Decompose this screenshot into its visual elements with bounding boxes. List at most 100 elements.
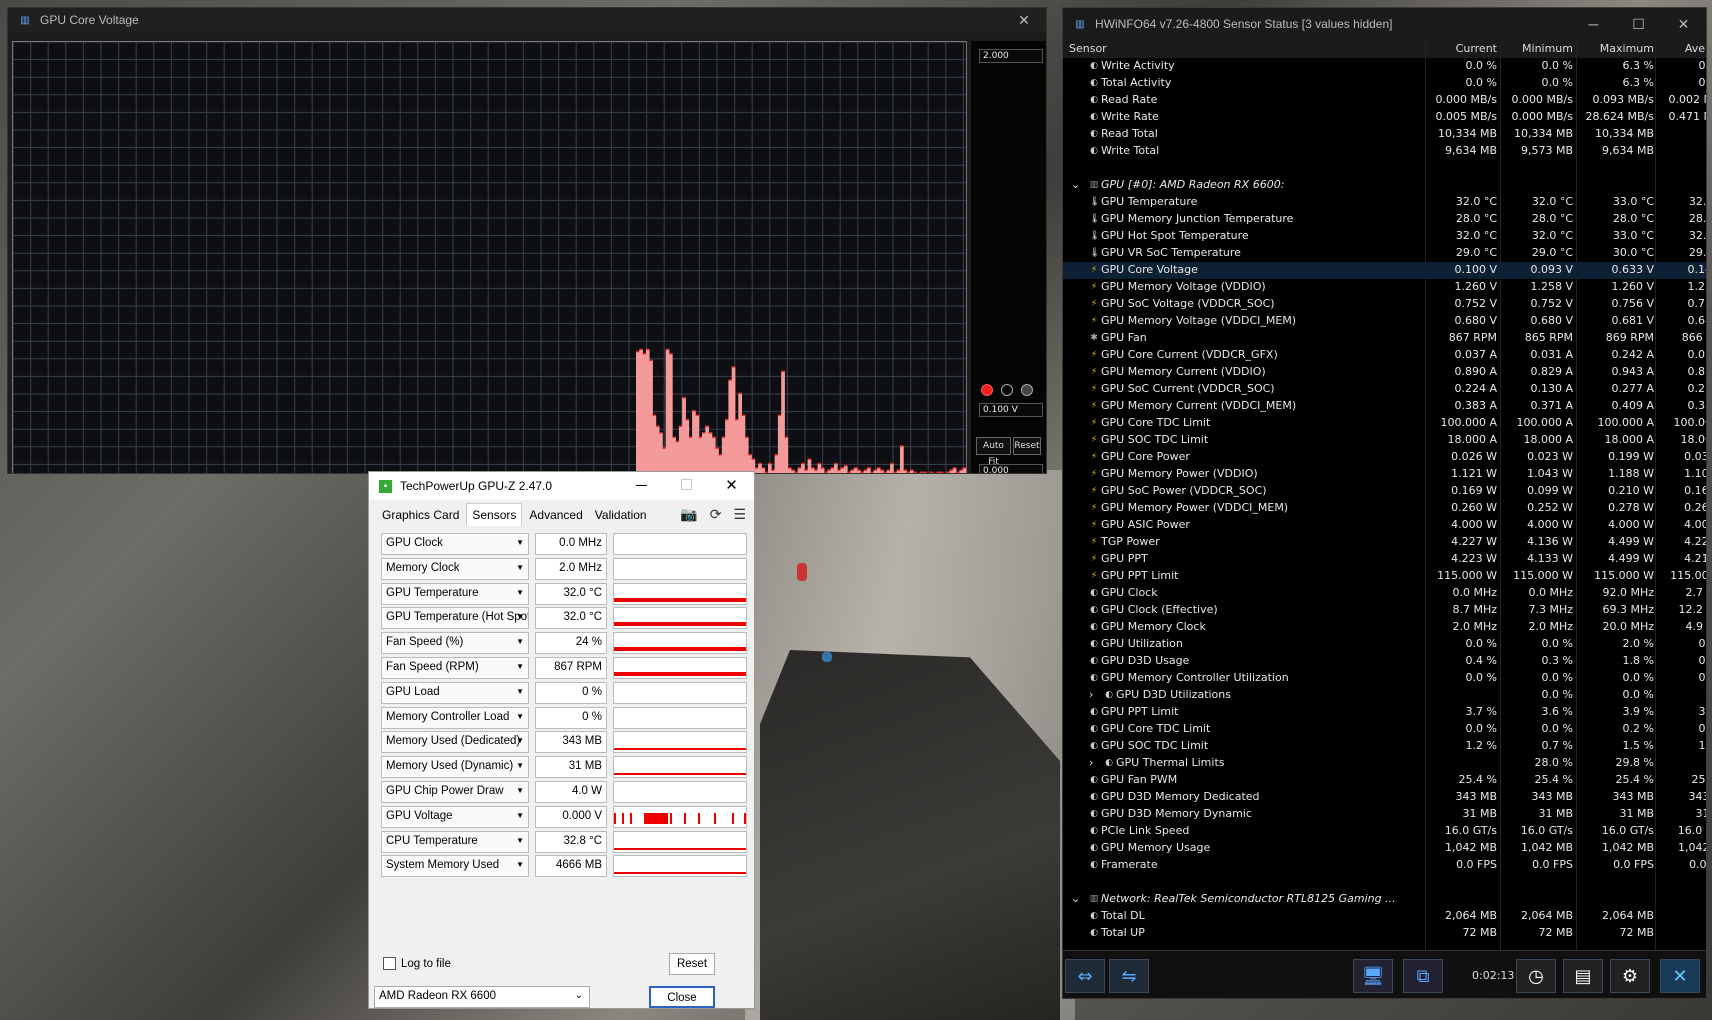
sensor-row[interactable]: ⚡ GPU Core Current (VDDCR_GFX) 0.037 A 0.03… bbox=[1063, 347, 1706, 364]
network-icon[interactable]: ⧉ bbox=[1403, 959, 1443, 993]
sensor-row[interactable]: ⚡ GPU SoC Voltage (VDDCR_SOC) 0.752 V 0.752… bbox=[1063, 296, 1706, 313]
sensor-row[interactable]: ⚡GPU Core Power 0.026 W 0.023 W 0.199 W 0.03… bbox=[1063, 449, 1706, 466]
menu-icon[interactable]: ☰ bbox=[733, 506, 746, 523]
minimize-icon[interactable]: ─ bbox=[1571, 8, 1616, 40]
checkbox-box[interactable] bbox=[383, 957, 396, 970]
sensor-row[interactable]: ◐ GPU Clock (Effective) 8.7 MHz 7.3 MHz 69.3… bbox=[1063, 602, 1706, 619]
sensor-name-select[interactable]: Memory Used (Dynamic) ▼ bbox=[381, 756, 529, 779]
sensor-row[interactable]: ◐GPU D3D Usage 0.4 % 0.3 % 1.8 % 0.5 % bbox=[1063, 653, 1706, 670]
tab-graphics-card[interactable]: Graphics Card bbox=[377, 504, 464, 526]
sensor-row[interactable]: ⚡ GPU Core Voltage 0.100 V 0.093 V 0.633 V 0.… bbox=[1063, 262, 1706, 279]
dropdown-arrow-icon[interactable]: ▼ bbox=[516, 786, 524, 795]
sensor-row[interactable]: ⚡ GPU SOC TDC Limit 18.000 A 18.000 A 18.000… bbox=[1063, 432, 1706, 449]
report-icon[interactable]: ▤ bbox=[1563, 959, 1603, 993]
sensor-row[interactable]: ◐ Total UP 72 MB 72 MB 72 MB bbox=[1063, 925, 1706, 942]
sensor-name-select[interactable]: GPU Chip Power Draw ▼ bbox=[381, 781, 529, 803]
sensor-row[interactable]: 🌡 GPU Memory Junction Temperature 28.0 °C 2… bbox=[1063, 211, 1706, 228]
sensor-name-select[interactable]: GPU Temperature (Hot Spot) ▼ bbox=[381, 607, 529, 630]
sensor-row[interactable]: ◐ Total DL 2,064 MB 2,064 MB 2,064 MB bbox=[1063, 908, 1706, 925]
monitor-icon[interactable]: 🖥 bbox=[1353, 959, 1393, 993]
dropdown-arrow-icon[interactable]: ▼ bbox=[516, 736, 524, 745]
sensor-name-select[interactable]: Fan Speed (RPM) ▼ bbox=[381, 657, 529, 679]
header-sensor[interactable]: Sensor bbox=[1069, 42, 1107, 55]
sensor-name-select[interactable]: Memory Clock ▼ bbox=[381, 557, 529, 580]
close-icon[interactable]: ✕ bbox=[1002, 8, 1046, 32]
sensor-group-row[interactable]: ⌄ ▥ Network: RealTek Semiconductor RTL8125… bbox=[1063, 891, 1706, 908]
sensor-row[interactable]: ◐Write Activity 0.0 % 0.0 % 6.3 % 0.1 % bbox=[1063, 58, 1706, 75]
sensor-name-select[interactable]: System Memory Used ▼ bbox=[381, 855, 529, 878]
sensor-row[interactable]: 🌡 GPU VR SoC Temperature 29.0 °C 29.0 °C 30.… bbox=[1063, 245, 1706, 262]
color-radio[interactable] bbox=[1021, 384, 1033, 396]
chevron-right-icon[interactable]: › bbox=[1089, 688, 1093, 701]
dropdown-arrow-icon[interactable]: ▼ bbox=[516, 687, 524, 696]
sensor-name-select[interactable]: Memory Controller Load ▼ bbox=[381, 706, 529, 729]
sensor-row[interactable]: ⚡ GPU Memory Power (VDDCI_MEM) 0.260 W 0.25… bbox=[1063, 500, 1706, 517]
sensor-row[interactable]: ⚡ GPU Memory Power (VDDIO) 1.121 W 1.043 W 1… bbox=[1063, 466, 1706, 483]
sensor-name-select[interactable]: CPU Temperature ▼ bbox=[381, 830, 529, 853]
sensor-row[interactable]: ◐ GPU Memory Usage 1,042 MB 1,042 MB 1,042 M… bbox=[1063, 840, 1706, 857]
sensor-row[interactable]: ⚡ GPU Core TDC Limit 100.000 A 100.000 A 100… bbox=[1063, 415, 1706, 432]
dropdown-arrow-icon[interactable]: ▼ bbox=[516, 836, 524, 845]
header-current[interactable]: Current bbox=[1427, 42, 1497, 55]
tab-sensors[interactable]: Sensors bbox=[466, 503, 523, 526]
sensor-row[interactable]: ⚡GPU ASIC Power 4.000 W 4.000 W 4.000 W 4.00… bbox=[1063, 517, 1706, 534]
sensor-row[interactable]: ◐ Write Total 9,634 MB 9,573 MB 9,634 MB bbox=[1063, 143, 1706, 160]
refresh-icon[interactable]: ⟳ bbox=[710, 506, 722, 523]
dropdown-arrow-icon[interactable]: ▼ bbox=[516, 761, 524, 770]
sensor-name-select[interactable]: GPU Clock ▼ bbox=[381, 533, 529, 555]
dropdown-arrow-icon[interactable]: ▼ bbox=[516, 662, 524, 671]
dropdown-arrow-icon[interactable]: ▼ bbox=[516, 612, 524, 621]
sensor-row[interactable]: ◐ GPU Memory Controller Utilization 0.0 % 0… bbox=[1063, 670, 1706, 687]
dropdown-arrow-icon[interactable]: ▼ bbox=[516, 811, 524, 820]
log-to-file-checkbox[interactable]: Log to file bbox=[383, 957, 451, 970]
sensor-row[interactable]: ⚡GPU PPT 4.223 W 4.133 W 4.499 W 4.213 W bbox=[1063, 551, 1706, 568]
sensor-row[interactable]: ⚡ GPU Memory Voltage (VDDCI_MEM) 0.680 V 0.… bbox=[1063, 313, 1706, 330]
chevron-right-icon[interactable]: › bbox=[1089, 756, 1093, 769]
header-maximum[interactable]: Maximum bbox=[1584, 42, 1654, 55]
color-radio[interactable] bbox=[1001, 384, 1013, 396]
reset-button[interactable]: Reset bbox=[669, 953, 715, 975]
dropdown-arrow-icon[interactable]: ▼ bbox=[516, 860, 524, 869]
sensor-row[interactable]: ◐Framerate 0.0 FPS 0.0 FPS 0.0 FPS 0.0 FPS bbox=[1063, 857, 1706, 874]
sensor-name-select[interactable]: GPU Voltage ▼ bbox=[381, 805, 529, 828]
collapse-arrows-icon[interactable]: ⇋ bbox=[1109, 959, 1149, 993]
sensor-row[interactable]: ⚡ GPU Memory Current (VDDIO) 0.890 A 0.829 … bbox=[1063, 364, 1706, 381]
close-icon[interactable]: ✕ bbox=[1661, 8, 1706, 40]
sensor-row[interactable]: ⚡TGP Power 4.227 W 4.136 W 4.499 W 4.221 W bbox=[1063, 534, 1706, 551]
header-minimum[interactable]: Minimum bbox=[1503, 42, 1573, 55]
sensor-row[interactable]: ✱GPU Fan 867 RPM 865 RPM 869 RPM 866 RPM bbox=[1063, 330, 1706, 347]
sensor-row[interactable]: ⚡ GPU Memory Current (VDDCI_MEM) 0.383 A 0.… bbox=[1063, 398, 1706, 415]
clock-icon[interactable]: ◷ bbox=[1516, 959, 1556, 993]
expand-arrows-icon[interactable]: ⇔ bbox=[1065, 959, 1105, 993]
sensor-row[interactable]: ◐GPU Utilization 0.0 % 0.0 % 2.0 % 0.0 % bbox=[1063, 636, 1706, 653]
sensor-row[interactable]: › ◐ GPU Thermal Limits 28.0 % 29.8 % bbox=[1063, 755, 1706, 772]
color-radio-red[interactable] bbox=[981, 384, 993, 396]
dropdown-arrow-icon[interactable]: ▼ bbox=[516, 538, 524, 547]
close-icon[interactable]: ✕ bbox=[1660, 959, 1700, 993]
sensor-row[interactable]: ⚡ GPU SoC Power (VDDCR_SOC) 0.169 W 0.099 W… bbox=[1063, 483, 1706, 500]
sensor-row[interactable]: ◐GPU Fan PWM 25.4 % 25.4 % 25.4 % 25.4 % bbox=[1063, 772, 1706, 789]
sensor-name-select[interactable]: GPU Load ▼ bbox=[381, 681, 529, 704]
sensor-row[interactable]: ◐GPU Clock 0.0 MHz 0.0 MHz 92.0 MHz 2.7 MHz bbox=[1063, 585, 1706, 602]
sensor-row[interactable]: ◐GPU D3D Memory Dynamic 31 MB 31 MB 31 MB 31… bbox=[1063, 806, 1706, 823]
chevron-down-icon[interactable]: ⌄ bbox=[1071, 892, 1080, 905]
sensor-row[interactable]: ◐ GPU D3D Memory Dedicated 343 MB 343 MB 343… bbox=[1063, 789, 1706, 806]
sensor-name-select[interactable]: Memory Used (Dedicated) ▼ bbox=[381, 731, 529, 754]
sensor-row[interactable]: ◐GPU PPT Limit 3.7 % 3.6 % 3.9 % 3.7 % bbox=[1063, 704, 1706, 721]
chevron-down-icon[interactable]: ⌄ bbox=[1071, 178, 1080, 191]
sensor-row[interactable]: ⚡ GPU SoC Current (VDDCR_SOC) 0.224 A 0.130… bbox=[1063, 381, 1706, 398]
reset-button[interactable]: Reset bbox=[1013, 437, 1041, 455]
camera-icon[interactable]: 📷 bbox=[680, 506, 697, 523]
sensor-row[interactable]: ◐ Write Rate 0.005 MB/s 0.000 MB/s 28.624 MB… bbox=[1063, 109, 1706, 126]
sensor-row[interactable]: ◐ GPU Memory Clock 2.0 MHz 2.0 MHz 20.0 MHz 4… bbox=[1063, 619, 1706, 636]
close-button[interactable]: Close bbox=[649, 986, 715, 1008]
sensor-row[interactable]: ◐ PCIe Link Speed 16.0 GT/s 16.0 GT/s 16.0 G… bbox=[1063, 823, 1706, 840]
tab-advanced[interactable]: Advanced bbox=[524, 504, 587, 526]
sensor-row[interactable]: 🌡 GPU Hot Spot Temperature 32.0 °C 32.0 °C 3… bbox=[1063, 228, 1706, 245]
dropdown-arrow-icon[interactable]: ▼ bbox=[516, 588, 524, 597]
sensor-row[interactable]: ◐ Read Rate 0.000 MB/s 0.000 MB/s 0.093 MB/s… bbox=[1063, 92, 1706, 109]
sensor-row[interactable]: 🌡 GPU Temperature 32.0 °C 32.0 °C 33.0 °C 32.… bbox=[1063, 194, 1706, 211]
sensor-row[interactable]: ⚡ GPU PPT Limit 115.000 W 115.000 W 115.000 … bbox=[1063, 568, 1706, 585]
sensor-row[interactable]: › ◐ GPU D3D Utilizations 0.0 % 0.0 % bbox=[1063, 687, 1706, 704]
sensor-name-select[interactable]: Fan Speed (%) ▼ bbox=[381, 632, 529, 655]
